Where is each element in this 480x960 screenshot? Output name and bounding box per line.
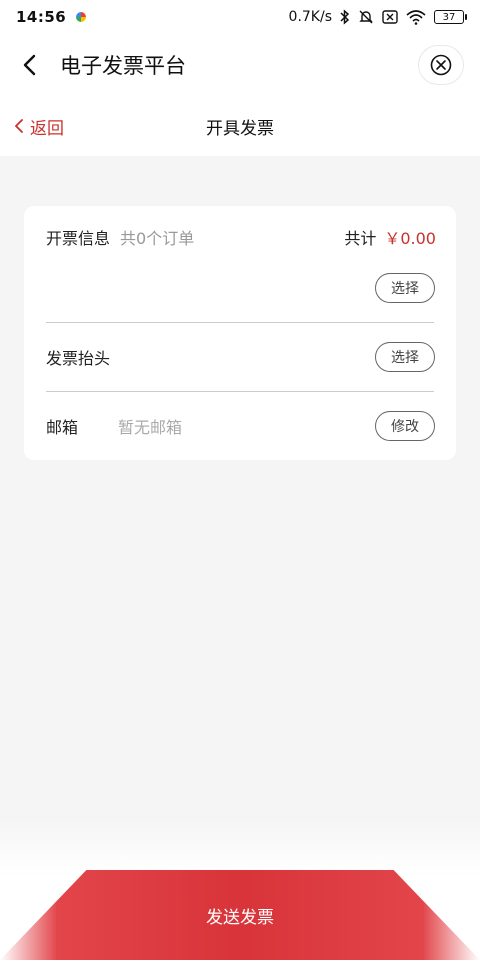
select-header-button[interactable]: 选择 xyxy=(375,342,435,372)
status-bar: 14:56 0.7K/s 37 xyxy=(0,0,480,34)
sim-icon xyxy=(382,10,398,24)
invoice-card: 开票信息 共0个订单 共计 ￥0.00 选择 发票抬头 选择 邮箱 暂无邮箱 修… xyxy=(24,206,456,460)
return-link[interactable]: 返回 xyxy=(14,96,64,156)
bluetooth-icon xyxy=(340,9,350,25)
wifi-icon xyxy=(406,9,426,25)
app-title: 电子发票平台 xyxy=(60,54,186,78)
invoice-info-row: 开票信息 共0个订单 共计 ￥0.00 xyxy=(46,220,436,254)
order-count: 共0个订单 xyxy=(120,229,195,248)
divider xyxy=(46,322,434,323)
close-button[interactable] xyxy=(418,45,464,85)
chevron-left-icon xyxy=(15,119,23,133)
send-invoice-label: 发送发票 xyxy=(206,907,274,928)
app-notification-icon xyxy=(76,12,87,22)
status-time: 14:56 xyxy=(16,8,67,26)
back-button[interactable] xyxy=(0,34,60,96)
total-label: 共计 xyxy=(344,229,377,248)
app-bar: 电子发票平台 xyxy=(0,34,480,96)
email-value: 暂无邮箱 xyxy=(118,418,183,437)
network-speed: 0.7K/s xyxy=(288,9,332,25)
divider xyxy=(46,391,434,392)
invoice-header-label: 发票抬头 xyxy=(46,349,111,368)
invoice-info-label: 开票信息 xyxy=(46,229,111,248)
return-label: 返回 xyxy=(30,118,64,139)
battery-level: 37 xyxy=(442,11,456,23)
page-title: 开具发票 xyxy=(206,118,274,139)
battery-icon: 37 xyxy=(434,10,467,24)
close-circle-icon xyxy=(430,54,452,76)
mute-icon xyxy=(358,9,374,25)
edit-email-button[interactable]: 修改 xyxy=(375,411,435,441)
sub-header: 返回 开具发票 xyxy=(0,96,480,156)
chevron-left-icon xyxy=(23,54,36,76)
email-label: 邮箱 xyxy=(46,418,79,437)
status-icons: 0.7K/s 37 xyxy=(288,9,467,25)
total-amount: ￥0.00 xyxy=(384,229,436,248)
select-orders-button[interactable]: 选择 xyxy=(375,273,435,303)
